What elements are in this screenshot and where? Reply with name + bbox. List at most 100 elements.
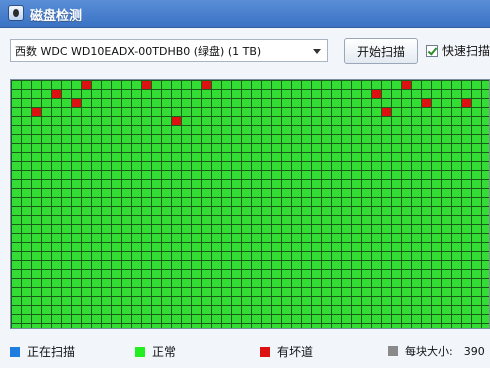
- normal-block: [312, 90, 321, 98]
- normal-block: [172, 108, 181, 116]
- normal-block: [352, 225, 361, 233]
- normal-block: [372, 189, 381, 197]
- normal-block: [42, 279, 51, 287]
- normal-block: [302, 126, 311, 134]
- normal-block: [302, 243, 311, 251]
- normal-block: [112, 234, 121, 242]
- normal-block: [82, 99, 91, 107]
- normal-block: [82, 297, 91, 305]
- normal-block: [12, 288, 21, 296]
- normal-block: [352, 207, 361, 215]
- normal-block: [322, 225, 331, 233]
- normal-block: [292, 252, 301, 260]
- normal-block: [42, 234, 51, 242]
- normal-block: [162, 81, 171, 89]
- normal-block: [182, 288, 191, 296]
- normal-block: [152, 216, 161, 224]
- normal-block: [142, 99, 151, 107]
- normal-block: [62, 306, 71, 314]
- normal-block: [242, 153, 251, 161]
- normal-block: [62, 198, 71, 206]
- normal-block: [332, 252, 341, 260]
- checkmark-icon[interactable]: [426, 44, 438, 57]
- normal-block: [212, 252, 221, 260]
- normal-block: [292, 234, 301, 242]
- normal-block: [212, 162, 221, 170]
- normal-block: [82, 108, 91, 116]
- normal-block: [12, 135, 21, 143]
- normal-block: [122, 81, 131, 89]
- normal-block: [312, 126, 321, 134]
- normal-block: [92, 261, 101, 269]
- normal-block: [422, 126, 431, 134]
- normal-block: [232, 261, 241, 269]
- normal-block: [102, 234, 111, 242]
- normal-block: [462, 288, 471, 296]
- normal-block: [202, 216, 211, 224]
- normal-block: [102, 216, 111, 224]
- normal-block: [12, 315, 21, 323]
- normal-block: [322, 243, 331, 251]
- normal-block: [482, 270, 489, 278]
- normal-block: [412, 315, 421, 323]
- normal-block: [392, 153, 401, 161]
- normal-block: [102, 288, 111, 296]
- quick-scan-label: 快速扫描: [442, 44, 490, 58]
- normal-block: [72, 234, 81, 242]
- normal-block: [172, 270, 181, 278]
- normal-block: [242, 135, 251, 143]
- chevron-down-icon[interactable]: [313, 49, 321, 54]
- normal-block: [232, 315, 241, 323]
- normal-block: [232, 225, 241, 233]
- normal-block: [402, 306, 411, 314]
- normal-block: [472, 270, 481, 278]
- normal-block: [422, 198, 431, 206]
- normal-block: [172, 279, 181, 287]
- normal-block: [182, 324, 191, 328]
- normal-block: [102, 81, 111, 89]
- normal-block: [462, 144, 471, 152]
- normal-block: [182, 153, 191, 161]
- normal-block: [422, 270, 431, 278]
- normal-block: [162, 135, 171, 143]
- normal-block: [52, 153, 61, 161]
- normal-block: [42, 180, 51, 188]
- normal-block: [382, 90, 391, 98]
- normal-block: [452, 216, 461, 224]
- normal-block: [232, 135, 241, 143]
- normal-block: [122, 153, 131, 161]
- normal-block: [72, 108, 81, 116]
- normal-block: [132, 279, 141, 287]
- normal-block: [482, 153, 489, 161]
- normal-block: [212, 243, 221, 251]
- normal-block: [312, 324, 321, 328]
- normal-block: [132, 153, 141, 161]
- start-scan-button[interactable]: 开始扫描: [344, 38, 418, 64]
- normal-block: [192, 279, 201, 287]
- normal-block: [122, 108, 131, 116]
- normal-block: [122, 162, 131, 170]
- normal-block: [172, 324, 181, 328]
- normal-block: [262, 99, 271, 107]
- normal-block: [272, 90, 281, 98]
- disk-select-dropdown[interactable]: 西数 WDC WD10EADX-00TDHB0 (绿盘) (1 TB): [10, 39, 328, 62]
- normal-block: [92, 225, 101, 233]
- quick-scan-checkbox[interactable]: 快速扫描: [426, 42, 490, 59]
- normal-block: [122, 234, 131, 242]
- normal-block: [162, 279, 171, 287]
- normal-block: [222, 108, 231, 116]
- normal-block: [112, 126, 121, 134]
- normal-block: [202, 198, 211, 206]
- normal-block: [272, 225, 281, 233]
- normal-block: [382, 288, 391, 296]
- normal-block: [292, 108, 301, 116]
- normal-block: [32, 180, 41, 188]
- normal-block: [312, 81, 321, 89]
- normal-block: [222, 99, 231, 107]
- normal-block: [302, 108, 311, 116]
- normal-block: [362, 243, 371, 251]
- normal-block: [462, 153, 471, 161]
- normal-block: [272, 180, 281, 188]
- normal-block: [362, 144, 371, 152]
- normal-block: [432, 243, 441, 251]
